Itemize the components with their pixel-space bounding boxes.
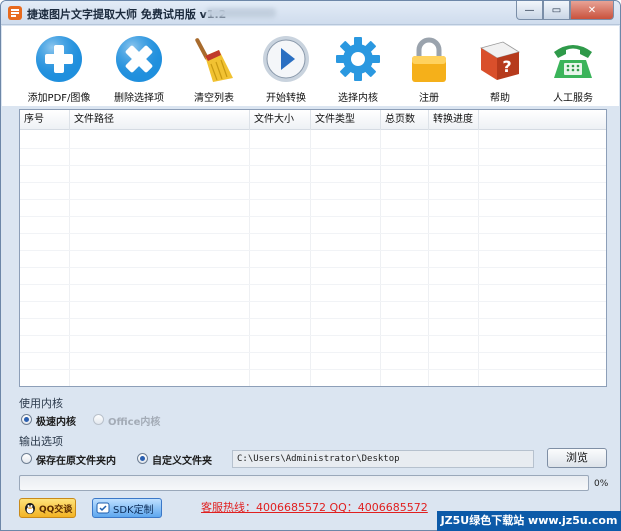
- grid-row-line: [20, 216, 606, 217]
- engine-fast-label[interactable]: 极速内核: [36, 413, 76, 428]
- close-button[interactable]: ✕: [570, 1, 614, 20]
- toolbar-label: 删除选择项: [114, 93, 164, 104]
- help-book-icon: ?: [474, 34, 526, 84]
- window-title: 捷速图片文字提取大师 免费试用版 v1.2: [27, 8, 227, 21]
- grid-row-line: [20, 182, 606, 183]
- gear-icon: [332, 34, 384, 84]
- grid-line: [478, 130, 479, 386]
- column-header-size[interactable]: 文件大小: [250, 110, 311, 130]
- delete-icon: [113, 34, 165, 84]
- play-icon: [260, 34, 312, 84]
- grid-line: [249, 130, 250, 386]
- service-hotline-link[interactable]: 客服热线：4006685572 QQ：4006685572: [201, 499, 428, 515]
- output-original-folder-radio[interactable]: [21, 453, 32, 464]
- telephone-icon: [547, 34, 599, 84]
- grid-row-line: [20, 267, 606, 268]
- window-controls: — ▭ ✕: [516, 1, 614, 20]
- lock-icon: [403, 34, 455, 84]
- title-blur-decoration: [206, 8, 276, 18]
- qq-penguin-icon: [25, 503, 35, 514]
- minimize-button[interactable]: —: [516, 1, 543, 20]
- toolbar-label: 开始转换: [266, 93, 306, 104]
- column-header-progress[interactable]: 转换进度: [429, 110, 479, 130]
- grid-row-line: [20, 369, 606, 370]
- add-file-button[interactable]: 添加PDF/图像: [19, 34, 99, 104]
- engine-office-label: Office内核: [108, 417, 161, 428]
- maximize-button[interactable]: ▭: [543, 1, 570, 20]
- title-bar[interactable]: 捷速图片文字提取大师 免费试用版 v1.2 — ▭ ✕: [1, 1, 620, 25]
- toolbar-label: 注册: [419, 93, 439, 104]
- grid-row-line: [20, 318, 606, 319]
- toolbar-label: 添加PDF/图像: [27, 93, 91, 104]
- sdk-custom-button[interactable]: SDK定制: [92, 498, 162, 518]
- manual-service-button[interactable]: 人工服务: [533, 34, 613, 104]
- grid-row-line: [20, 352, 606, 353]
- engine-section-label: 使用内核: [19, 397, 63, 410]
- grid-row-line: [20, 301, 606, 302]
- qq-chat-button[interactable]: QQ交谈: [19, 498, 76, 518]
- add-icon: [33, 34, 85, 84]
- grid-row-line: [20, 284, 606, 285]
- grid-line: [380, 130, 381, 386]
- output-path-field[interactable]: C:\Users\Administrator\Desktop: [232, 450, 534, 468]
- qq-chat-label: QQ交谈: [39, 504, 73, 515]
- grid-row-line: [20, 233, 606, 234]
- column-header-index[interactable]: 序号: [20, 110, 70, 130]
- broom-icon: [188, 34, 240, 84]
- grid-row-line: [20, 335, 606, 336]
- sdk-custom-label: SDK定制: [113, 504, 154, 516]
- column-header-type[interactable]: 文件类型: [311, 110, 381, 130]
- output-section-label: 输出选项: [19, 435, 63, 448]
- conversion-progress-bar: [19, 475, 589, 491]
- file-list-table[interactable]: 序号 文件路径 文件大小 文件类型 总页数 转换进度: [19, 109, 607, 387]
- delete-selected-button[interactable]: 删除选择项: [99, 34, 179, 104]
- toolbar-label: 选择内核: [338, 93, 378, 104]
- grid-line: [310, 130, 311, 386]
- toolbar-label: 清空列表: [194, 93, 234, 104]
- clear-list-button[interactable]: 清空列表: [174, 34, 254, 104]
- toolbar: 添加PDF/图像 删除选择项 清空列表 开始转换 选择内核 注册 ? 帮助 人工…: [2, 26, 619, 106]
- sdk-icon: [96, 502, 110, 514]
- grid-row-line: [20, 148, 606, 149]
- toolbar-label: 帮助: [490, 93, 510, 104]
- grid-line: [69, 130, 70, 386]
- start-convert-button[interactable]: 开始转换: [246, 34, 326, 104]
- output-custom-folder-label[interactable]: 自定义文件夹: [152, 452, 212, 467]
- grid-row-line: [20, 165, 606, 166]
- grid-row-line: [20, 199, 606, 200]
- download-site-watermark: JZ5U绿色下载站 www.jz5u.com: [437, 511, 621, 531]
- output-original-folder-label[interactable]: 保存在原文件夹内: [36, 452, 116, 467]
- grid-row-line: [20, 250, 606, 251]
- column-header-pages[interactable]: 总页数: [381, 110, 429, 130]
- output-custom-folder-radio[interactable]: [137, 453, 148, 464]
- browse-button[interactable]: 浏览: [547, 448, 607, 468]
- app-window: 捷速图片文字提取大师 免费试用版 v1.2 — ▭ ✕ 添加PDF/图像 删除选…: [0, 0, 621, 531]
- column-header-path[interactable]: 文件路径: [70, 110, 250, 130]
- engine-fast-radio[interactable]: [21, 414, 32, 425]
- table-header: 序号 文件路径 文件大小 文件类型 总页数 转换进度: [20, 110, 606, 130]
- app-logo-icon: [8, 6, 22, 20]
- toolbar-label: 人工服务: [553, 93, 593, 104]
- progress-percent: 0%: [594, 479, 609, 489]
- svg-text:?: ?: [502, 57, 511, 76]
- help-button[interactable]: ? 帮助: [460, 34, 540, 104]
- engine-office-radio: [93, 414, 104, 425]
- select-engine-button[interactable]: 选择内核: [318, 34, 398, 104]
- grid-line: [428, 130, 429, 386]
- register-button[interactable]: 注册: [389, 34, 469, 104]
